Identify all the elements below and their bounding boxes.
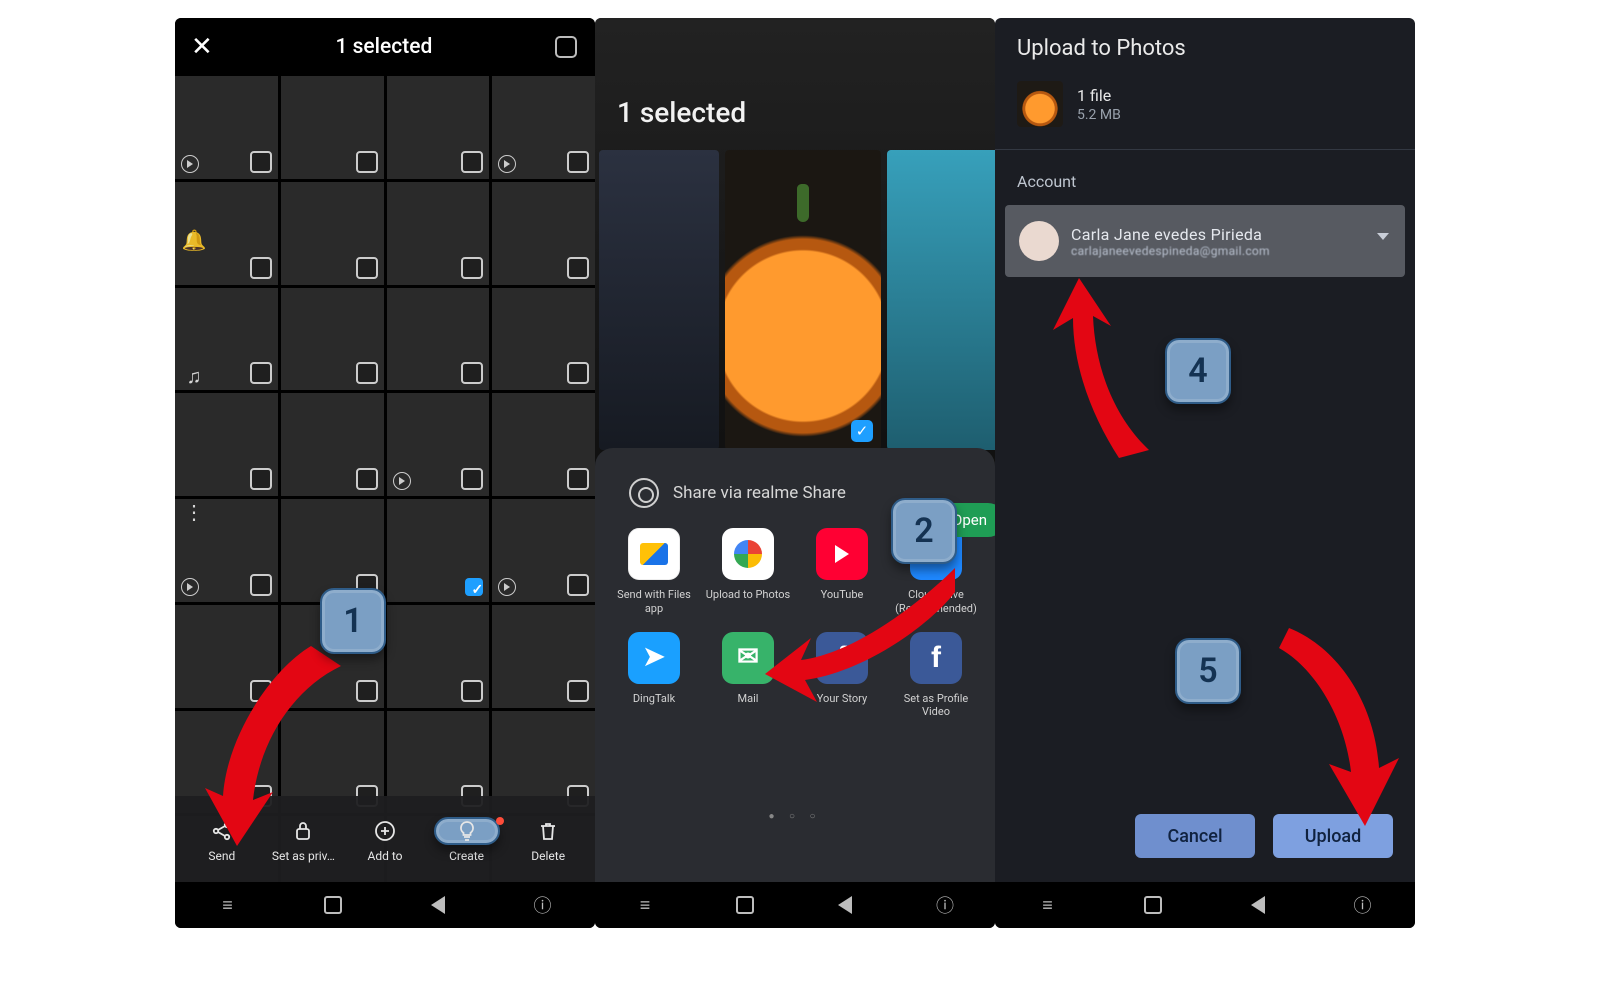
screenshot-upload-dialog: Upload to Photos 1 file 5.2 MB Account C… (995, 18, 1415, 928)
step-badge-1: 1 (320, 588, 386, 654)
nav-recent-icon[interactable]: ≡ (216, 893, 240, 917)
page-dots: ● ○ ○ (595, 811, 995, 822)
nav-recent-icon[interactable]: ≡ (1036, 893, 1060, 917)
grid-thumb[interactable] (175, 76, 278, 179)
account-email: carlajaneevedespineda@gmail.com (1071, 244, 1270, 258)
share-target-files[interactable]: Send with Files app (611, 528, 697, 616)
screenshot-share-sheet: 1 selected ✓ Share via realme Share Open… (595, 18, 995, 928)
screenshot-gallery-select: ✕ 1 selected (175, 18, 595, 928)
android-navbar: ≡ ⓘ (595, 882, 995, 928)
nav-back-icon[interactable] (833, 893, 857, 917)
nav-back-icon[interactable] (426, 893, 450, 917)
selection-topbar: ✕ 1 selected (175, 18, 595, 76)
android-navbar: ≡ ⓘ (175, 882, 595, 928)
app-label: Mail (738, 692, 759, 706)
avatar (1019, 221, 1059, 261)
nav-accessibility-icon[interactable]: ⓘ (531, 893, 555, 917)
annotation-arrow (1039, 278, 1179, 458)
music-icon[interactable]: ♫ (181, 364, 207, 390)
play-icon (181, 578, 199, 596)
delete-button[interactable]: Delete (509, 817, 587, 863)
tutorial-composite: ✕ 1 selected (85, 18, 1515, 968)
selection-count: 1 selected (617, 96, 746, 129)
check-icon: ✓ (851, 420, 873, 442)
grid-thumb[interactable] (492, 288, 595, 391)
more-icon[interactable]: ⋮ (181, 500, 207, 526)
grid-thumb[interactable] (387, 182, 490, 285)
android-navbar: ≡ ⓘ (995, 882, 1415, 928)
file-size: 5.2 MB (1077, 107, 1121, 123)
file-thumbnail (1017, 81, 1063, 127)
app-label: Send with Files app (611, 588, 697, 616)
preview-area: 1 selected ✓ (595, 18, 995, 440)
share-via-label: Share via realme Share (673, 483, 846, 503)
bulb-icon (434, 817, 500, 845)
grid-thumb[interactable] (387, 605, 490, 708)
action-label: Delete (531, 849, 565, 863)
create-button[interactable]: Create (428, 817, 506, 863)
preview-thumb[interactable] (887, 150, 995, 450)
select-all-checkbox[interactable] (555, 36, 577, 58)
play-icon (498, 155, 516, 173)
grid-thumb-selected[interactable] (387, 499, 490, 602)
account-section-label: Account (995, 162, 1415, 197)
nav-recent-icon[interactable]: ≡ (633, 893, 657, 917)
cancel-button[interactable]: Cancel (1135, 814, 1255, 858)
grid-thumb[interactable] (281, 393, 384, 496)
step-badge-4: 4 (1165, 338, 1231, 404)
grid-thumb[interactable] (387, 76, 490, 179)
broadcast-icon (629, 478, 659, 508)
grid-thumb[interactable] (281, 76, 384, 179)
grid-thumb[interactable] (492, 76, 595, 179)
plus-circle-icon (373, 817, 397, 845)
dingtalk-icon (628, 632, 680, 684)
nav-home-icon[interactable] (321, 893, 345, 917)
account-picker[interactable]: Carla Jane evedes Pirieda carlajaneevede… (1005, 205, 1405, 277)
nav-home-icon[interactable] (1141, 893, 1165, 917)
account-name: Carla Jane evedes Pirieda (1071, 225, 1270, 244)
step-badge-2: 2 (891, 498, 957, 564)
grid-thumb[interactable] (492, 499, 595, 602)
trash-icon (536, 817, 560, 845)
grid-thumb[interactable] (492, 605, 595, 708)
grid-thumb[interactable] (387, 393, 490, 496)
action-label: Add to (367, 849, 402, 863)
nav-accessibility-icon[interactable]: ⓘ (1351, 893, 1375, 917)
grid-thumb[interactable] (281, 288, 384, 391)
grid-thumb[interactable] (281, 499, 384, 602)
files-icon (628, 528, 680, 580)
grid-thumb[interactable] (281, 182, 384, 285)
nav-home-icon[interactable] (733, 893, 757, 917)
file-summary: 1 file 5.2 MB (995, 77, 1415, 145)
action-label: Send (208, 849, 235, 863)
nav-accessibility-icon[interactable]: ⓘ (933, 893, 957, 917)
grid-thumb[interactable] (492, 393, 595, 496)
grid-thumb[interactable] (387, 288, 490, 391)
divider (995, 149, 1415, 150)
share-target-dingtalk[interactable]: DingTalk (611, 632, 697, 720)
preview-thumb-selected[interactable]: ✓ (725, 150, 881, 450)
play-icon (181, 155, 199, 173)
action-label: Set as priv… (272, 849, 335, 863)
bell-icon[interactable]: 🔔 (181, 228, 207, 254)
grid-thumb[interactable] (492, 182, 595, 285)
preview-thumb[interactable] (599, 150, 719, 450)
app-label: DingTalk (633, 692, 675, 706)
side-toolbar: 🔔 ♫ ⋮ (181, 228, 207, 526)
selection-count: 1 selected (335, 35, 432, 59)
step-badge-5: 5 (1175, 638, 1241, 704)
file-count: 1 file (1077, 86, 1121, 105)
dialog-title: Upload to Photos (995, 18, 1415, 77)
action-label: Create (449, 849, 484, 863)
annotation-arrow (1279, 618, 1415, 828)
play-icon (498, 578, 516, 596)
play-icon (393, 472, 411, 490)
chevron-down-icon (1377, 233, 1389, 240)
annotation-arrow (201, 646, 361, 846)
nav-back-icon[interactable] (1246, 893, 1270, 917)
close-icon[interactable]: ✕ (191, 32, 213, 62)
annotation-arrow (765, 568, 955, 718)
